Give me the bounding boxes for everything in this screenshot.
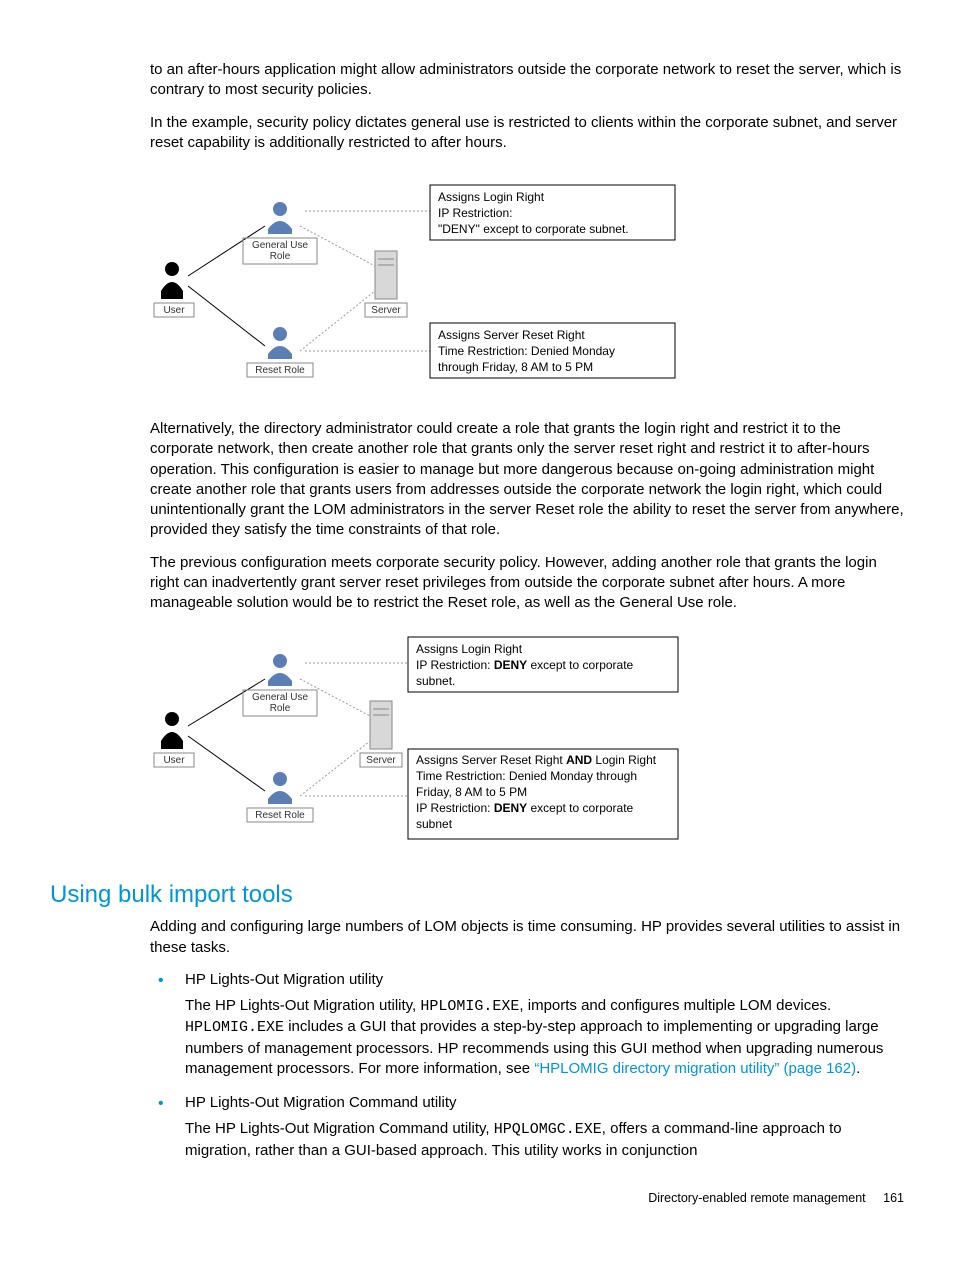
paragraph-1: to an after-hours application might allo… xyxy=(50,60,904,101)
svg-text:Role: Role xyxy=(270,703,291,714)
list-item-hpqlomgc: HP Lights-Out Migration Command utility … xyxy=(150,1093,904,1161)
svg-text:Assigns Login Right: Assigns Login Right xyxy=(438,190,545,204)
footer-section-name: Directory-enabled remote management xyxy=(648,1191,865,1205)
diagram-2: User General Use Role Reset Role xyxy=(150,631,904,861)
svg-text:Reset Role: Reset Role xyxy=(255,810,305,821)
svg-text:Assigns Server Reset Right: Assigns Server Reset Right xyxy=(438,328,585,342)
svg-text:Time Restriction: Denied Monda: Time Restriction: Denied Monday through xyxy=(416,769,637,783)
svg-text:Friday, 8 AM to 5 PM: Friday, 8 AM to 5 PM xyxy=(416,785,527,799)
list-item-hplomig: HP Lights-Out Migration utility The HP L… xyxy=(150,970,904,1079)
svg-text:Server: Server xyxy=(366,755,396,766)
paragraph-4: The previous configuration meets corpora… xyxy=(50,553,904,614)
link-hplomig-utility[interactable]: “HPLOMIG directory migration utility” (p… xyxy=(534,1060,856,1077)
svg-text:Server: Server xyxy=(371,305,401,316)
svg-text:through Friday, 8 AM to 5 PM: through Friday, 8 AM to 5 PM xyxy=(438,360,593,374)
list-item-body: The HP Lights-Out Migration utility, HPL… xyxy=(185,996,904,1079)
list-item-title: HP Lights-Out Migration Command utility xyxy=(185,1093,904,1113)
diagram-1: User General Use Role Reset Role xyxy=(150,171,904,401)
svg-text:subnet.: subnet. xyxy=(416,674,455,688)
svg-text:User: User xyxy=(163,305,185,316)
code-hpqlomgc: HPQLOMGC.EXE xyxy=(494,1121,602,1138)
svg-text:IP Restriction: DENY except to: IP Restriction: DENY except to corporate xyxy=(416,658,634,672)
paragraph-5: Adding and configuring large numbers of … xyxy=(50,917,904,958)
svg-text:Assigns Server Reset Right AND: Assigns Server Reset Right AND Login Rig… xyxy=(416,753,657,767)
svg-text:User: User xyxy=(163,755,185,766)
utility-list: HP Lights-Out Migration utility The HP L… xyxy=(150,970,904,1161)
code-hplomig-2: HPLOMIG.EXE xyxy=(185,1019,284,1036)
list-item-body: The HP Lights-Out Migration Command util… xyxy=(185,1119,904,1161)
svg-text:subnet: subnet xyxy=(416,817,453,831)
svg-text:Reset Role: Reset Role xyxy=(255,365,305,376)
footer-page-number: 161 xyxy=(883,1191,904,1205)
paragraph-3: Alternatively, the directory administrat… xyxy=(50,419,904,541)
svg-text:IP Restriction:: IP Restriction: xyxy=(438,206,512,220)
page-footer: Directory-enabled remote management 161 xyxy=(50,1191,904,1205)
svg-text:Time Restriction: Denied Monda: Time Restriction: Denied Monday xyxy=(438,344,615,358)
code-hplomig-1: HPLOMIG.EXE xyxy=(420,998,519,1015)
list-item-title: HP Lights-Out Migration utility xyxy=(185,970,904,990)
svg-text:"DENY" except to corporate sub: "DENY" except to corporate subnet. xyxy=(438,222,629,236)
section-heading-bulk-import: Using bulk import tools xyxy=(50,881,904,909)
svg-text:Assigns Login Right: Assigns Login Right xyxy=(416,642,523,656)
svg-text:General Use: General Use xyxy=(252,692,309,703)
svg-text:IP Restriction: DENY except to: IP Restriction: DENY except to corporate xyxy=(416,801,634,815)
page-container: to an after-hours application might allo… xyxy=(0,0,954,1235)
svg-text:Role: Role xyxy=(270,251,291,262)
svg-text:General Use: General Use xyxy=(252,240,309,251)
paragraph-2: In the example, security policy dictates… xyxy=(50,113,904,154)
